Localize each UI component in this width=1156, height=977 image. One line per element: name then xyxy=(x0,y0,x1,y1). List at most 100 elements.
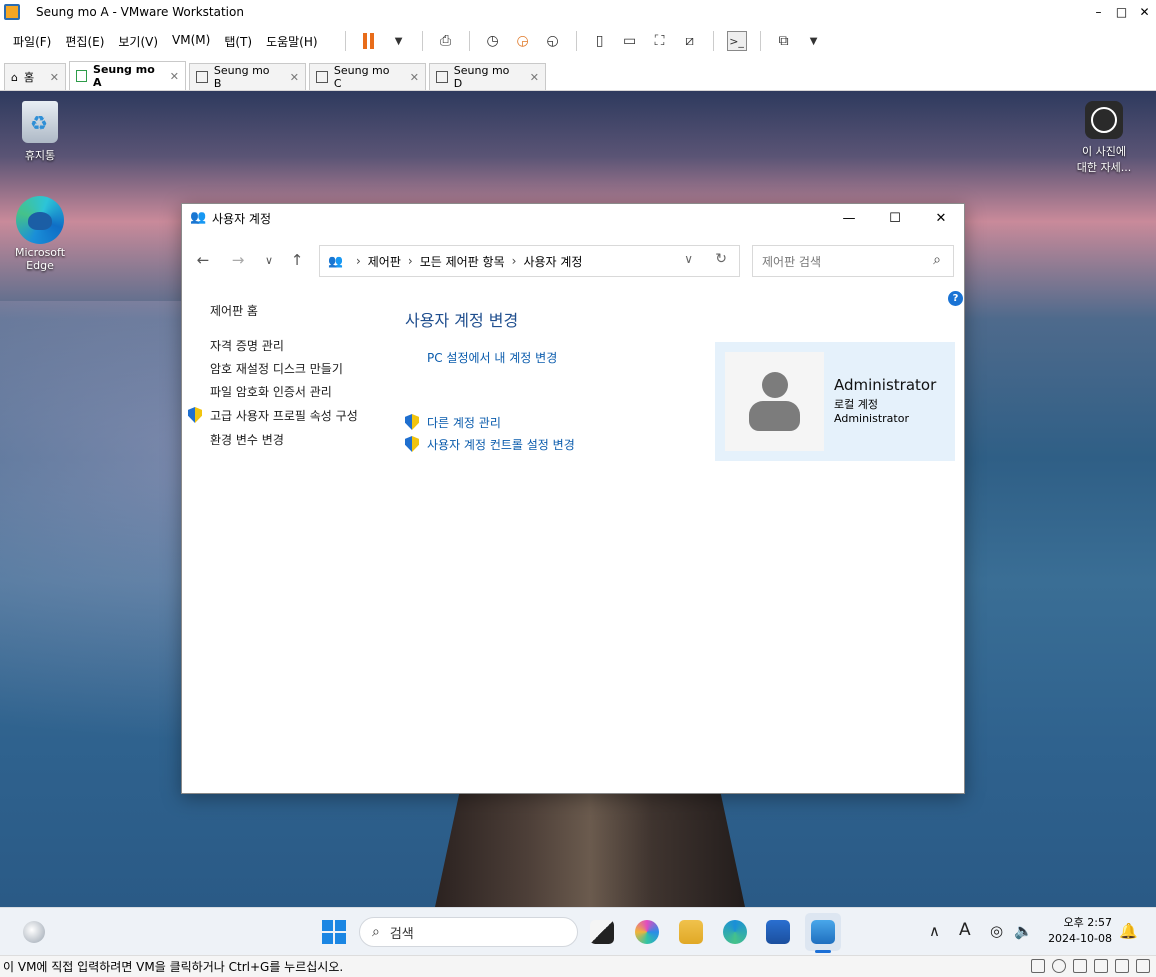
unity-icon[interactable]: ⧄ xyxy=(680,31,700,51)
close-icon[interactable]: ✕ xyxy=(160,70,179,83)
full-screen-icon[interactable]: ⛶ xyxy=(650,31,670,51)
sidebar-item-environment-variables[interactable]: 환경 변수 변경 xyxy=(210,431,284,448)
toolbar-divider xyxy=(575,31,577,51)
stretch-guest-icon[interactable]: ⧉ xyxy=(774,31,794,51)
pause-icon[interactable] xyxy=(359,31,379,51)
copilot-icon[interactable] xyxy=(635,920,659,944)
toolbar-divider xyxy=(759,31,761,51)
menu-view[interactable]: 보기(V) xyxy=(111,33,165,50)
tab-home[interactable]: ⌂ 홈 ✕ xyxy=(4,63,66,90)
forward-arrow-icon[interactable]: → xyxy=(228,250,248,270)
close-icon[interactable]: ✕ xyxy=(40,71,59,84)
menu-vm[interactable]: VM(M) xyxy=(165,33,217,50)
menu-edit[interactable]: 편집(E) xyxy=(58,33,111,50)
window-controls: – □ ✕ xyxy=(1087,0,1156,24)
cp-maximize-button[interactable]: ☐ xyxy=(872,204,918,232)
chevron-up-icon[interactable]: ∧ xyxy=(929,922,940,940)
uac-shield-icon xyxy=(405,414,419,430)
chevron-down-icon[interactable]: ▼ xyxy=(804,31,824,51)
console-icon[interactable]: >_ xyxy=(726,31,747,51)
close-icon[interactable]: ✕ xyxy=(520,71,539,84)
sidebar-item-encryption-certs[interactable]: 파일 암호화 인증서 관리 xyxy=(210,383,332,400)
sound-card-icon[interactable] xyxy=(1094,959,1108,973)
breadcrumb-separator: › xyxy=(511,254,517,268)
recent-locations-icon[interactable]: ∨ xyxy=(259,250,279,270)
account-type: 로컬 계정 xyxy=(834,398,878,411)
user-icon xyxy=(762,372,788,398)
snapshot-manager-icon[interactable]: ◵ xyxy=(543,31,563,51)
wallpaper-pier xyxy=(435,791,745,907)
chevron-down-icon[interactable]: ∨ xyxy=(684,252,693,266)
start-button[interactable] xyxy=(322,920,346,944)
store-icon[interactable] xyxy=(766,920,790,944)
network-adapter-icon[interactable] xyxy=(1073,959,1087,973)
control-panel-icon[interactable] xyxy=(811,920,835,953)
message-log-icon[interactable] xyxy=(1136,959,1150,973)
tab-seung-mo-a[interactable]: Seung mo A ✕ xyxy=(69,61,186,90)
up-arrow-icon[interactable]: ↑ xyxy=(287,250,307,270)
cd-dvd-icon[interactable] xyxy=(1052,959,1066,973)
cp-close-button[interactable]: ✕ xyxy=(918,204,964,232)
close-icon[interactable]: ✕ xyxy=(280,71,299,84)
send-ctrl-alt-del-icon[interactable]: ⎙ xyxy=(436,31,456,51)
weather-icon[interactable] xyxy=(23,921,45,943)
breadcrumb-user-accounts[interactable]: 사용자 계정 xyxy=(523,253,582,270)
maximize-button[interactable]: □ xyxy=(1110,0,1133,24)
notification-bell-icon[interactable]: 🔔 xyxy=(1119,922,1138,940)
desktop-icon-spotlight[interactable]: 이 사진에 대한 자세... xyxy=(1066,101,1142,175)
tab-seung-mo-b[interactable]: Seung mo B ✕ xyxy=(189,63,306,90)
thumbnail-bar-icon[interactable]: ▭ xyxy=(620,31,640,51)
back-arrow-icon[interactable]: ← xyxy=(193,250,213,270)
recycle-bin-icon xyxy=(22,101,58,143)
breadcrumb-all-items[interactable]: 모든 제어판 항목 xyxy=(420,253,505,270)
link-uac-settings[interactable]: 사용자 계정 컨트롤 설정 변경 xyxy=(427,436,575,453)
menu-help[interactable]: 도움말(H) xyxy=(259,33,325,50)
desktop-icon-label: 휴지통 xyxy=(24,149,56,162)
menu-tabs[interactable]: 탭(T) xyxy=(217,33,259,50)
menu-file[interactable]: 파일(F) xyxy=(6,33,58,50)
library-icon[interactable]: ▯ xyxy=(590,31,610,51)
tab-seung-mo-c[interactable]: Seung mo C ✕ xyxy=(309,63,426,90)
toolbar-divider xyxy=(712,31,714,51)
cp-search-input[interactable]: 제어판 검색 ⌕ xyxy=(752,245,954,277)
breadcrumb-separator: › xyxy=(407,254,413,268)
display-icon[interactable] xyxy=(1115,959,1129,973)
vmware-status-bar: 이 VM에 직접 입력하려면 VM을 클릭하거나 Ctrl+G를 누르십시오. xyxy=(0,955,1156,977)
file-explorer-icon[interactable] xyxy=(679,920,703,944)
snapshot-icon[interactable]: ◷ xyxy=(483,31,503,51)
revert-snapshot-icon[interactable]: ◶ xyxy=(513,31,533,51)
task-view-icon[interactable] xyxy=(590,920,614,944)
cp-title-bar: 👥 사용자 계정 — ☐ ✕ xyxy=(182,204,964,232)
help-icon[interactable]: ? xyxy=(948,291,963,306)
search-icon[interactable]: ⌕ xyxy=(933,252,941,268)
sidebar-item-credential-manager[interactable]: 자격 증명 관리 xyxy=(210,337,284,354)
volume-icon[interactable]: 🔈 xyxy=(1014,922,1033,940)
input-method-indicator[interactable]: A xyxy=(959,920,971,940)
cp-minimize-button[interactable]: — xyxy=(826,204,872,232)
tab-label: Seung mo D xyxy=(453,64,510,90)
hard-disk-icon[interactable] xyxy=(1031,959,1045,973)
breadcrumb-control-panel[interactable]: 제어판 xyxy=(368,253,401,270)
minimize-button[interactable]: – xyxy=(1087,0,1110,24)
taskbar-search[interactable]: ⌕ 검색 xyxy=(359,917,578,947)
uac-shield-icon xyxy=(188,407,202,423)
close-icon[interactable]: ✕ xyxy=(400,71,419,84)
link-pc-settings[interactable]: PC 설정에서 내 계정 변경 xyxy=(427,349,557,366)
address-bar[interactable]: 👥 › 제어판 › 모든 제어판 항목 › 사용자 계정 ∨ ↻ xyxy=(319,245,740,277)
link-manage-other-accounts[interactable]: 다른 계정 관리 xyxy=(427,414,501,431)
refresh-icon[interactable]: ↻ xyxy=(715,251,727,267)
account-name: Administrator xyxy=(834,376,937,394)
sidebar-item-password-reset-disk[interactable]: 암호 재설정 디스크 만들기 xyxy=(210,360,343,377)
status-message: 이 VM에 직접 입력하려면 VM을 클릭하거나 Ctrl+G를 누르십시오. xyxy=(3,960,344,974)
taskbar-clock[interactable]: 오후 2:57 2024-10-08 xyxy=(1040,915,1112,947)
edge-icon[interactable] xyxy=(723,920,747,944)
sidebar-item-cp-home[interactable]: 제어판 홈 xyxy=(210,302,258,319)
network-icon[interactable]: ◎ xyxy=(990,922,1003,940)
sidebar-item-advanced-profile[interactable]: 고급 사용자 프로필 속성 구성 xyxy=(210,407,358,424)
desktop-icon-recycle-bin[interactable]: 휴지통 xyxy=(2,101,78,163)
tab-seung-mo-d[interactable]: Seung mo D ✕ xyxy=(429,63,546,90)
vm-icon xyxy=(196,71,208,83)
chevron-down-icon[interactable]: ▼ xyxy=(389,31,409,51)
close-button[interactable]: ✕ xyxy=(1133,0,1156,24)
desktop-icon-edge[interactable]: Microsoft Edge xyxy=(2,196,78,272)
